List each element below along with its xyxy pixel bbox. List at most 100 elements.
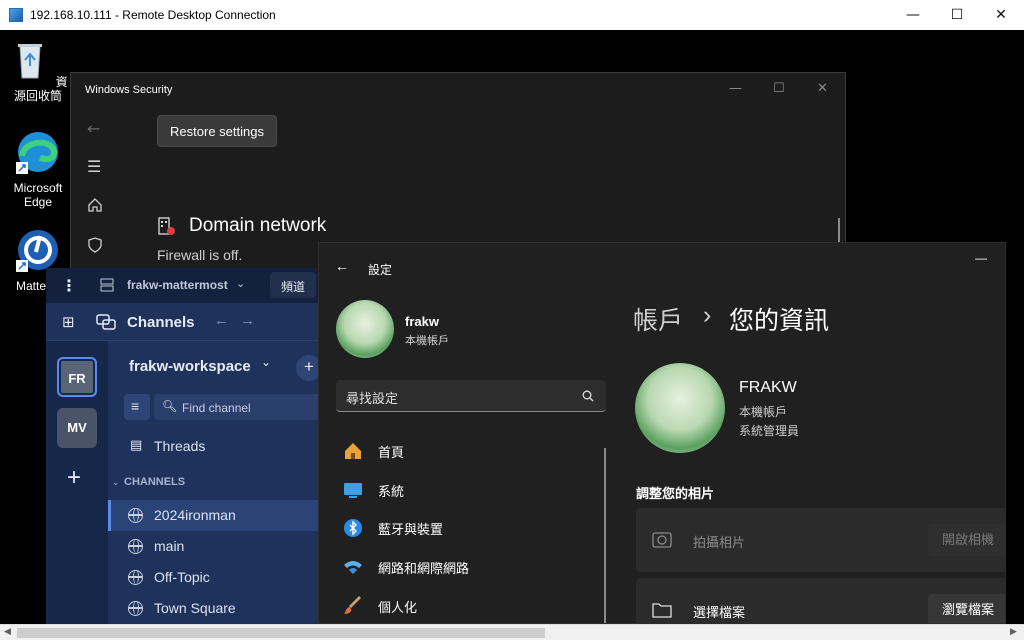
take-photo-card: 拍攝相片 開啟相機	[636, 508, 1005, 572]
adjust-photo-heading: 調整您的相片	[636, 486, 715, 501]
nav-label: 首頁	[378, 445, 405, 460]
threads-link[interactable]: Threads	[154, 438, 205, 454]
profile-role: 系統管理員	[739, 424, 800, 438]
server-name[interactable]: frakw-mattermost	[127, 278, 228, 292]
plus-icon: +	[304, 357, 314, 376]
forward-arrow-icon[interactable]: →	[240, 312, 255, 329]
chevron-down-icon[interactable]: ⌄	[236, 277, 245, 290]
back-arrow-icon[interactable]: ←	[214, 312, 229, 329]
settings-search-input[interactable]: 尋找設定	[336, 380, 606, 412]
bluetooth-icon	[344, 519, 362, 537]
user-avatar	[336, 300, 394, 358]
mattermost-window[interactable]: ⋮ frakw-mattermost ⌄ 頻道 ⊞ Channels ← → F…	[46, 268, 326, 624]
user-account-type: 本機帳戶	[405, 335, 449, 347]
rdp-maximize-button[interactable]: ☐	[946, 6, 968, 24]
rdp-title-bar[interactable]: 192.168.10.111 - Remote Desktop Connecti…	[0, 0, 1024, 30]
maximize-button[interactable]: ☐	[773, 81, 785, 96]
window-title: Windows Security	[85, 84, 173, 96]
collapse-icon[interactable]: ⌄	[112, 477, 120, 488]
channel-item-town-square[interactable]: Town Square	[108, 593, 326, 624]
threads-icon: ▤	[130, 437, 143, 452]
rdp-minimize-button[interactable]: —	[902, 6, 924, 24]
nav-item-system[interactable]: 系統	[335, 471, 605, 509]
team-button-mv[interactable]: MV	[57, 408, 97, 448]
home-icon	[345, 443, 361, 459]
channel-label: Town Square	[154, 600, 236, 616]
domain-network-icon	[158, 217, 175, 235]
filter-icon: ≡	[131, 398, 140, 414]
channel-item-off-topic[interactable]: Off-Topic	[108, 562, 326, 593]
back-arrow-icon[interactable]: ←	[87, 119, 100, 138]
nav-label: 系統	[378, 484, 405, 499]
scroll-right-icon[interactable]: ▶	[1010, 627, 1017, 637]
profile-account-type: 本機帳戶	[739, 405, 788, 419]
channel-label: main	[154, 538, 185, 554]
chevron-down-icon[interactable]: ⌄	[261, 355, 271, 369]
nav-label: 藍牙與裝置	[378, 522, 444, 537]
more-options-icon[interactable]: ⋮	[61, 276, 77, 296]
search-icon: 🔍︎	[162, 399, 178, 413]
browse-files-button[interactable]: 瀏覽檔案	[928, 594, 1005, 623]
desktop-icon-edge[interactable]: Microsoft Edge	[3, 130, 73, 209]
team-button-fr[interactable]: FR	[57, 357, 97, 397]
horizontal-scrollbar[interactable]: ◀ ▶	[0, 624, 1024, 640]
shield-icon[interactable]	[87, 237, 103, 253]
nav-scrollbar[interactable]	[604, 448, 606, 623]
profile-avatar	[635, 363, 725, 453]
globe-icon	[128, 570, 143, 585]
grid-menu-icon[interactable]: ⊞	[62, 313, 75, 331]
close-button[interactable]: ✕	[817, 81, 828, 96]
channel-item-main[interactable]: main	[108, 531, 326, 562]
rdp-close-button[interactable]: ✕	[990, 6, 1012, 24]
home-icon[interactable]	[87, 197, 103, 213]
rdp-window-title: 192.168.10.111 - Remote Desktop Connecti…	[30, 8, 276, 22]
recycle-bin-icon	[18, 44, 43, 79]
channels-category-header[interactable]: CHANNELS	[124, 476, 185, 488]
nav-label: 個人化	[378, 600, 418, 615]
nav-item-bluetooth[interactable]: 藍牙與裝置	[335, 509, 605, 547]
settings-window[interactable]: ← 設定 — frakw 本機帳戶 尋找設定 首頁 系統 藍牙與裝置 網路和網際…	[318, 242, 1006, 624]
nav-label: 網路和網際網路	[378, 561, 470, 576]
mattermost-icon	[16, 230, 58, 272]
monitor-icon	[344, 483, 362, 498]
workspace-name[interactable]: frakw-workspace	[129, 358, 251, 375]
app-title: 設定	[368, 263, 393, 277]
scrollbar-thumb[interactable]	[17, 628, 545, 638]
take-photo-label: 拍攝相片	[693, 535, 746, 550]
search-placeholder: 尋找設定	[346, 391, 399, 406]
tab-label: 頻道	[281, 280, 306, 294]
restore-settings-tooltip: Restore settings	[157, 115, 277, 147]
choose-file-label: 選擇檔案	[693, 605, 746, 620]
channel-label: Off-Topic	[154, 569, 210, 585]
nav-item-home[interactable]: 首頁	[335, 432, 605, 470]
section-title: Domain network	[189, 215, 327, 236]
edge-icon	[16, 132, 58, 174]
rdp-app-icon	[9, 8, 23, 22]
tab-channels[interactable]: 頻道	[270, 272, 316, 298]
find-channel-placeholder: Find channel	[182, 401, 251, 415]
nav-item-network[interactable]: 網路和網際網路	[335, 548, 605, 586]
minimize-button[interactable]: —	[975, 251, 987, 265]
filter-button[interactable]: ≡	[124, 394, 150, 420]
open-camera-button[interactable]: 開啟相機	[928, 524, 1005, 556]
find-channel-input[interactable]: 🔍︎ Find channel	[154, 394, 326, 420]
globe-icon	[128, 539, 143, 554]
add-team-icon[interactable]: +	[67, 464, 81, 492]
back-arrow-icon[interactable]: ←	[335, 258, 349, 274]
desktop-icon-recycle-bin[interactable]: 資源回收筒	[3, 38, 73, 103]
channels-icon	[96, 314, 116, 330]
channel-item-2024ironman[interactable]: 2024ironman	[108, 500, 326, 531]
team-sidebar: FR MV +	[46, 341, 108, 624]
nav-item-personalization[interactable]: 個人化	[335, 587, 605, 623]
profile-name: FRAKW	[739, 379, 797, 396]
hamburger-menu-icon[interactable]: ☰	[87, 157, 101, 176]
desktop-icon-label: Microsoft Edge	[13, 181, 63, 209]
server-icon	[100, 278, 114, 292]
user-name: frakw	[405, 314, 439, 329]
breadcrumb-separator: ›	[703, 301, 712, 329]
scroll-left-icon[interactable]: ◀	[4, 627, 11, 637]
firewall-status: Firewall is off.	[157, 247, 243, 263]
minimize-button[interactable]: —	[729, 81, 742, 96]
breadcrumb-parent[interactable]: 帳戶	[633, 301, 683, 337]
brush-icon	[344, 596, 361, 614]
